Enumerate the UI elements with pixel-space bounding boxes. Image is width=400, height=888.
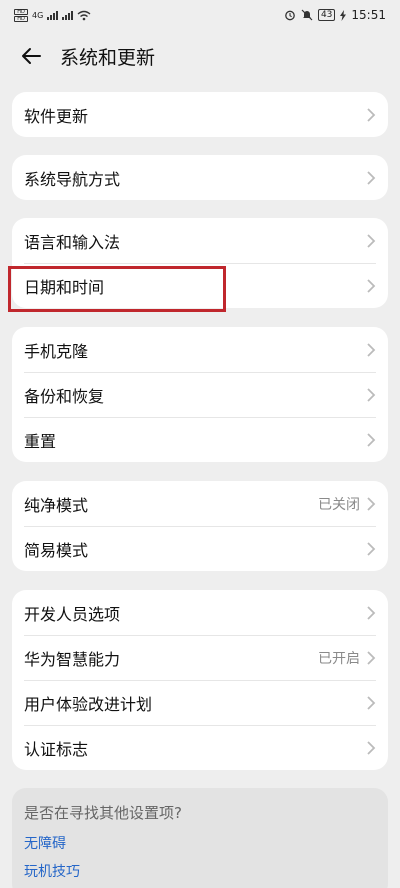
wifi-icon: [77, 10, 91, 20]
menu-item-certification[interactable]: 认证标志: [12, 725, 388, 770]
card-language-time: 语言和输入法 日期和时间: [12, 218, 388, 308]
card-navigation: 系统导航方式: [12, 155, 388, 200]
menu-item-label: 华为智慧能力: [24, 649, 121, 669]
menu-item-developer-options[interactable]: 开发人员选项: [12, 590, 388, 635]
menu-item-label: 开发人员选项: [24, 604, 121, 624]
chevron-right-icon: [367, 541, 376, 556]
menu-item-label: 语言和输入法: [24, 232, 121, 252]
footer-title: 是否在寻找其他设置项?: [24, 804, 182, 822]
menu-item-user-experience[interactable]: 用户体验改进计划: [12, 680, 388, 725]
chevron-right-icon: [367, 387, 376, 402]
menu-item-backup-restore[interactable]: 备份和恢复: [12, 372, 388, 417]
menu-item-reset[interactable]: 重置: [12, 417, 388, 462]
link-accessibility[interactable]: 无障碍: [24, 833, 376, 853]
status-text: 已开启: [318, 650, 360, 667]
chevron-right-icon: [367, 605, 376, 620]
clock: 15:51: [351, 8, 386, 22]
menu-item-label: 纯净模式: [24, 495, 89, 515]
status-text: 已关闭: [318, 496, 360, 513]
menu-item-software-update[interactable]: 软件更新: [12, 92, 388, 137]
menu-item-phone-clone[interactable]: 手机克隆: [12, 327, 388, 372]
sim-icon: HD HD: [14, 8, 28, 22]
card-modes: 纯净模式 已关闭 简易模式: [12, 481, 388, 571]
menu-item-system-navigation[interactable]: 系统导航方式: [12, 155, 388, 200]
battery-icon: 43: [317, 9, 336, 21]
menu-item-label: 手机克隆: [24, 341, 89, 361]
menu-item-label: 重置: [24, 431, 57, 451]
chevron-right-icon: [367, 233, 376, 248]
menu-item-date-time[interactable]: 日期和时间: [12, 263, 388, 308]
menu-item-simple-mode[interactable]: 简易模式: [12, 526, 388, 571]
chevron-right-icon: [367, 432, 376, 447]
menu-item-label: 软件更新: [24, 106, 89, 126]
footer-suggestions: 是否在寻找其他设置项? 无障碍 玩机技巧: [12, 788, 388, 888]
link-tips[interactable]: 玩机技巧: [24, 861, 376, 881]
mute-icon: [301, 9, 313, 21]
network-label: 4G: [32, 10, 44, 20]
menu-item-label: 日期和时间: [24, 277, 105, 297]
charging-icon: [340, 9, 347, 21]
status-bar: HD HD 4G 43 15:51: [0, 0, 400, 30]
card-advanced: 开发人员选项 华为智慧能力 已开启 用户体验改进计划 认证标志: [12, 590, 388, 770]
menu-item-label: 简易模式: [24, 540, 89, 560]
chevron-right-icon: [367, 740, 376, 755]
menu-item-language-input[interactable]: 语言和输入法: [12, 218, 388, 263]
title-bar: 系统和更新: [0, 32, 400, 80]
menu-item-huawei-intelligence[interactable]: 华为智慧能力 已开启: [12, 635, 388, 680]
back-button[interactable]: [20, 42, 48, 70]
card-backup: 手机克隆 备份和恢复 重置: [12, 327, 388, 462]
chevron-right-icon: [367, 342, 376, 357]
menu-item-label: 认证标志: [24, 739, 89, 759]
chevron-right-icon: [367, 650, 376, 665]
chevron-right-icon: [367, 695, 376, 710]
back-arrow-icon: [22, 48, 41, 64]
chevron-right-icon: [367, 278, 376, 293]
status-right: 43 15:51: [284, 8, 386, 22]
chevron-right-icon: [367, 496, 376, 511]
chevron-right-icon: [367, 107, 376, 122]
signal-icon: [47, 10, 59, 20]
signal-icon-2: [62, 10, 74, 20]
card-software-update: 软件更新: [12, 92, 388, 137]
chevron-right-icon: [367, 170, 376, 185]
status-left: HD HD 4G: [14, 8, 91, 22]
menu-item-label: 用户体验改进计划: [24, 694, 153, 714]
menu-item-pure-mode[interactable]: 纯净模式 已关闭: [12, 481, 388, 526]
menu-item-label: 备份和恢复: [24, 386, 105, 406]
menu-item-label: 系统导航方式: [24, 169, 121, 189]
page-title: 系统和更新: [60, 46, 156, 69]
alarm-icon: [285, 10, 295, 21]
